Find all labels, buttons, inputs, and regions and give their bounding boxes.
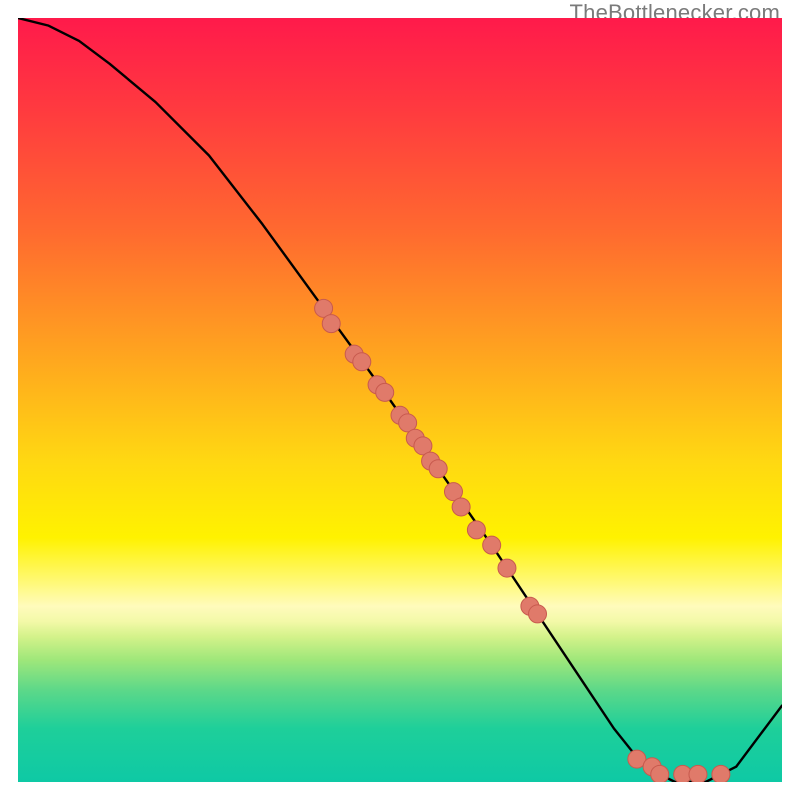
bottleneck-curve xyxy=(18,18,782,782)
scatter-dot xyxy=(452,498,470,516)
scatter-dot xyxy=(529,605,547,623)
scatter-dot xyxy=(467,521,485,539)
chart-svg xyxy=(18,18,782,782)
scatter-dot xyxy=(483,536,501,554)
scatter-dot xyxy=(689,765,707,782)
scatter-points xyxy=(315,299,730,782)
chart-root: TheBottlenecker.com xyxy=(0,0,800,800)
scatter-dot xyxy=(353,353,371,371)
scatter-dot xyxy=(322,315,340,333)
scatter-dot xyxy=(429,460,447,478)
scatter-dot xyxy=(376,383,394,401)
scatter-dot xyxy=(651,765,669,782)
scatter-dot xyxy=(498,559,516,577)
plot-area xyxy=(18,18,782,782)
scatter-dot xyxy=(712,765,730,782)
